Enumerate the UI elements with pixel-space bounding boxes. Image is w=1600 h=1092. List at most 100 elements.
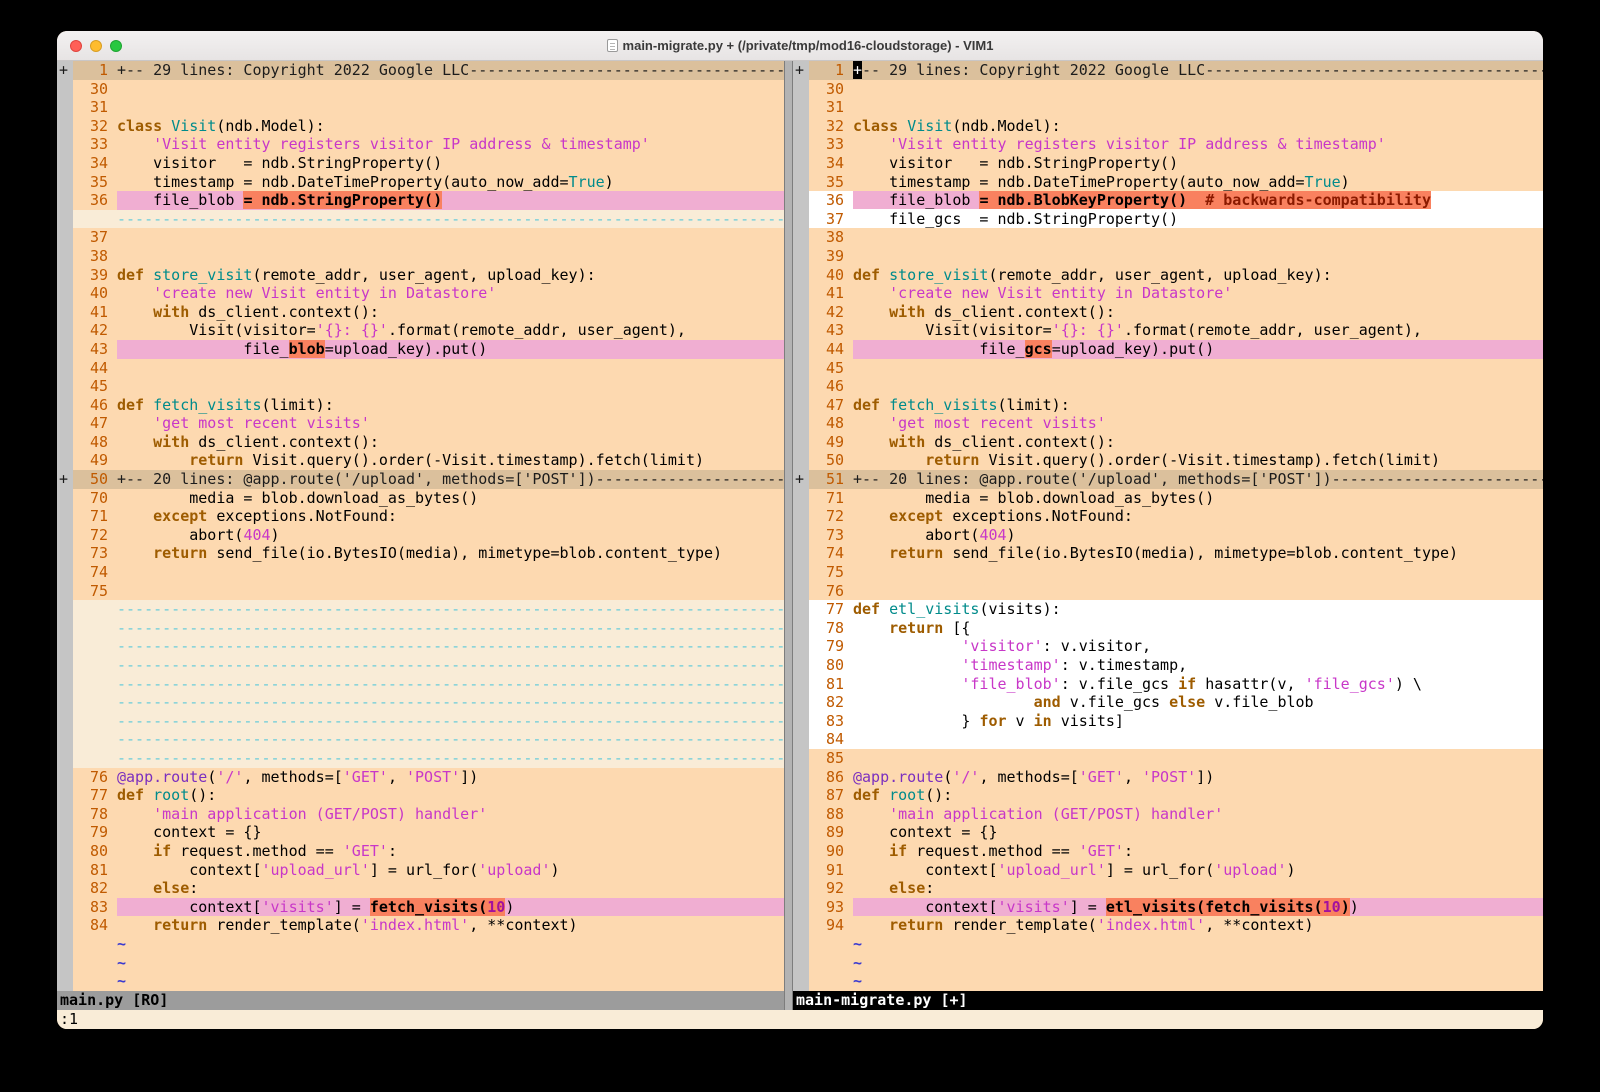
- code-line[interactable]: 37: [57, 228, 784, 247]
- code-line[interactable]: 81 'file_blob': v.file_gcs if hasattr(v,…: [793, 675, 1543, 694]
- statusline-main-migrate-py[interactable]: main-migrate.py [+]: [793, 991, 1543, 1010]
- code-line[interactable]: 42 with ds_client.context():: [793, 303, 1543, 322]
- code-line[interactable]: 84 return render_template('index.html', …: [57, 916, 784, 935]
- code-line[interactable]: 70 media = blob.download_as_bytes(): [57, 489, 784, 508]
- code-line[interactable]: 43 file_blob=upload_key).put(): [57, 340, 784, 359]
- code-line[interactable]: 75: [793, 563, 1543, 582]
- code-line[interactable]: 39: [793, 247, 1543, 266]
- tilde-line[interactable]: ~: [57, 954, 784, 973]
- code-line[interactable]: 87def root():: [793, 786, 1543, 805]
- code-line[interactable]: 94 return render_template('index.html', …: [793, 916, 1543, 935]
- code-line[interactable]: 40 'create new Visit entity in Datastore…: [57, 284, 784, 303]
- code-line[interactable]: 92 else:: [793, 879, 1543, 898]
- code-line[interactable]: 36 file_blob = ndb.BlobKeyProperty() # b…: [793, 191, 1543, 210]
- code-line[interactable]: 46: [793, 377, 1543, 396]
- code-line[interactable]: 71 except exceptions.NotFound:: [57, 507, 784, 526]
- fold-line[interactable]: +1+-- 29 lines: Copyright 2022 Google LL…: [57, 61, 784, 80]
- code-line[interactable]: 71 media = blob.download_as_bytes(): [793, 489, 1543, 508]
- code-line[interactable]: 82 else:: [57, 879, 784, 898]
- code-line[interactable]: 90 if request.method == 'GET':: [793, 842, 1543, 861]
- code-line[interactable]: 46def fetch_visits(limit):: [57, 396, 784, 415]
- code-line[interactable]: 78 'main application (GET/POST) handler': [57, 805, 784, 824]
- code-line[interactable]: 37 file_gcs = ndb.StringProperty(): [793, 210, 1543, 229]
- code-line[interactable]: 81 context['upload_url'] = url_for('uplo…: [57, 861, 784, 880]
- code-line[interactable]: 78 return [{: [793, 619, 1543, 638]
- code-line[interactable]: 47def fetch_visits(limit):: [793, 396, 1543, 415]
- fold-marker-icon[interactable]: +: [57, 61, 73, 80]
- code-line[interactable]: 34 visitor = ndb.StringProperty(): [793, 154, 1543, 173]
- code-line[interactable]: 74: [57, 563, 784, 582]
- code-line[interactable]: 73 return send_file(io.BytesIO(media), m…: [57, 544, 784, 563]
- tilde-line[interactable]: ~: [793, 954, 1543, 973]
- code-line[interactable]: 42 Visit(visitor='{}: {}'.format(remote_…: [57, 321, 784, 340]
- code-line[interactable]: 74 return send_file(io.BytesIO(media), m…: [793, 544, 1543, 563]
- code-line[interactable]: 85: [793, 749, 1543, 768]
- filler-line[interactable]: ----------------------------------------…: [57, 656, 784, 675]
- zoom-button[interactable]: [110, 40, 122, 52]
- tilde-line[interactable]: ~: [793, 972, 1543, 991]
- close-button[interactable]: [70, 40, 82, 52]
- code-line[interactable]: 72 except exceptions.NotFound:: [793, 507, 1543, 526]
- code-line[interactable]: 76: [793, 582, 1543, 601]
- filler-line[interactable]: ----------------------------------------…: [57, 730, 784, 749]
- code-line[interactable]: 43 Visit(visitor='{}: {}'.format(remote_…: [793, 321, 1543, 340]
- code-line[interactable]: 77def etl_visits(visits):: [793, 600, 1543, 619]
- fold-line[interactable]: +51+-- 20 lines: @app.route('/upload', m…: [793, 470, 1543, 489]
- code-line[interactable]: 84: [793, 730, 1543, 749]
- code-line[interactable]: 79 context = {}: [57, 823, 784, 842]
- code-line[interactable]: 41 with ds_client.context():: [57, 303, 784, 322]
- filler-line[interactable]: ----------------------------------------…: [57, 693, 784, 712]
- code-line[interactable]: 93 context['visits'] = etl_visits(fetch_…: [793, 898, 1543, 917]
- filler-line[interactable]: ----------------------------------------…: [57, 619, 784, 638]
- command-line[interactable]: :1: [57, 1010, 1543, 1029]
- code-line[interactable]: 47 'get most recent visits': [57, 414, 784, 433]
- filler-line[interactable]: ----------------------------------------…: [57, 637, 784, 656]
- code-line[interactable]: 77def root():: [57, 786, 784, 805]
- code-line[interactable]: 31: [57, 98, 784, 117]
- tilde-line[interactable]: ~: [57, 972, 784, 991]
- filler-line[interactable]: ----------------------------------------…: [57, 600, 784, 619]
- filler-line[interactable]: ----------------------------------------…: [57, 210, 784, 229]
- code-line[interactable]: 30: [57, 80, 784, 99]
- code-line[interactable]: 36 file_blob = ndb.StringProperty(): [57, 191, 784, 210]
- minimize-button[interactable]: [90, 40, 102, 52]
- code-line[interactable]: 44 file_gcs=upload_key).put(): [793, 340, 1543, 359]
- fold-marker-icon[interactable]: +: [793, 470, 809, 489]
- code-line[interactable]: 75: [57, 582, 784, 601]
- code-line[interactable]: 72 abort(404): [57, 526, 784, 545]
- filler-line[interactable]: ----------------------------------------…: [57, 712, 784, 731]
- statusline-main-py[interactable]: main.py [RO]: [57, 991, 784, 1010]
- code-line[interactable]: 91 context['upload_url'] = url_for('uplo…: [793, 861, 1543, 880]
- code-line[interactable]: 73 abort(404): [793, 526, 1543, 545]
- code-line[interactable]: 32class Visit(ndb.Model):: [793, 117, 1543, 136]
- filler-line[interactable]: ----------------------------------------…: [57, 749, 784, 768]
- code-line[interactable]: 35 timestamp = ndb.DateTimeProperty(auto…: [793, 173, 1543, 192]
- code-line[interactable]: 80 'timestamp': v.timestamp,: [793, 656, 1543, 675]
- code-line[interactable]: 86@app.route('/', methods=['GET', 'POST'…: [793, 768, 1543, 787]
- code-line[interactable]: 31: [793, 98, 1543, 117]
- code-line[interactable]: 88 'main application (GET/POST) handler': [793, 805, 1543, 824]
- code-line[interactable]: 48 'get most recent visits': [793, 414, 1543, 433]
- code-line[interactable]: 41 'create new Visit entity in Datastore…: [793, 284, 1543, 303]
- code-line[interactable]: 79 'visitor': v.visitor,: [793, 637, 1543, 656]
- code-line[interactable]: 48 with ds_client.context():: [57, 433, 784, 452]
- code-line[interactable]: 32class Visit(ndb.Model):: [57, 117, 784, 136]
- code-line[interactable]: 40def store_visit(remote_addr, user_agen…: [793, 266, 1543, 285]
- code-line[interactable]: 83 } for v in visits]: [793, 712, 1543, 731]
- code-line[interactable]: 35 timestamp = ndb.DateTimeProperty(auto…: [57, 173, 784, 192]
- code-line[interactable]: 45: [793, 359, 1543, 378]
- code-line[interactable]: 82 and v.file_gcs else v.file_blob: [793, 693, 1543, 712]
- code-line[interactable]: 44: [57, 359, 784, 378]
- tilde-line[interactable]: ~: [793, 935, 1543, 954]
- code-line[interactable]: 89 context = {}: [793, 823, 1543, 842]
- fold-marker-icon[interactable]: +: [57, 470, 73, 489]
- filler-line[interactable]: ----------------------------------------…: [57, 675, 784, 694]
- code-line[interactable]: 83 context['visits'] = fetch_visits(10): [57, 898, 784, 917]
- code-line[interactable]: 76@app.route('/', methods=['GET', 'POST'…: [57, 768, 784, 787]
- fold-marker-icon[interactable]: +: [793, 61, 809, 80]
- code-line[interactable]: 45: [57, 377, 784, 396]
- code-line[interactable]: 49 with ds_client.context():: [793, 433, 1543, 452]
- fold-line[interactable]: +50+-- 20 lines: @app.route('/upload', m…: [57, 470, 784, 489]
- code-line[interactable]: 33 'Visit entity registers visitor IP ad…: [793, 135, 1543, 154]
- code-line[interactable]: 34 visitor = ndb.StringProperty(): [57, 154, 784, 173]
